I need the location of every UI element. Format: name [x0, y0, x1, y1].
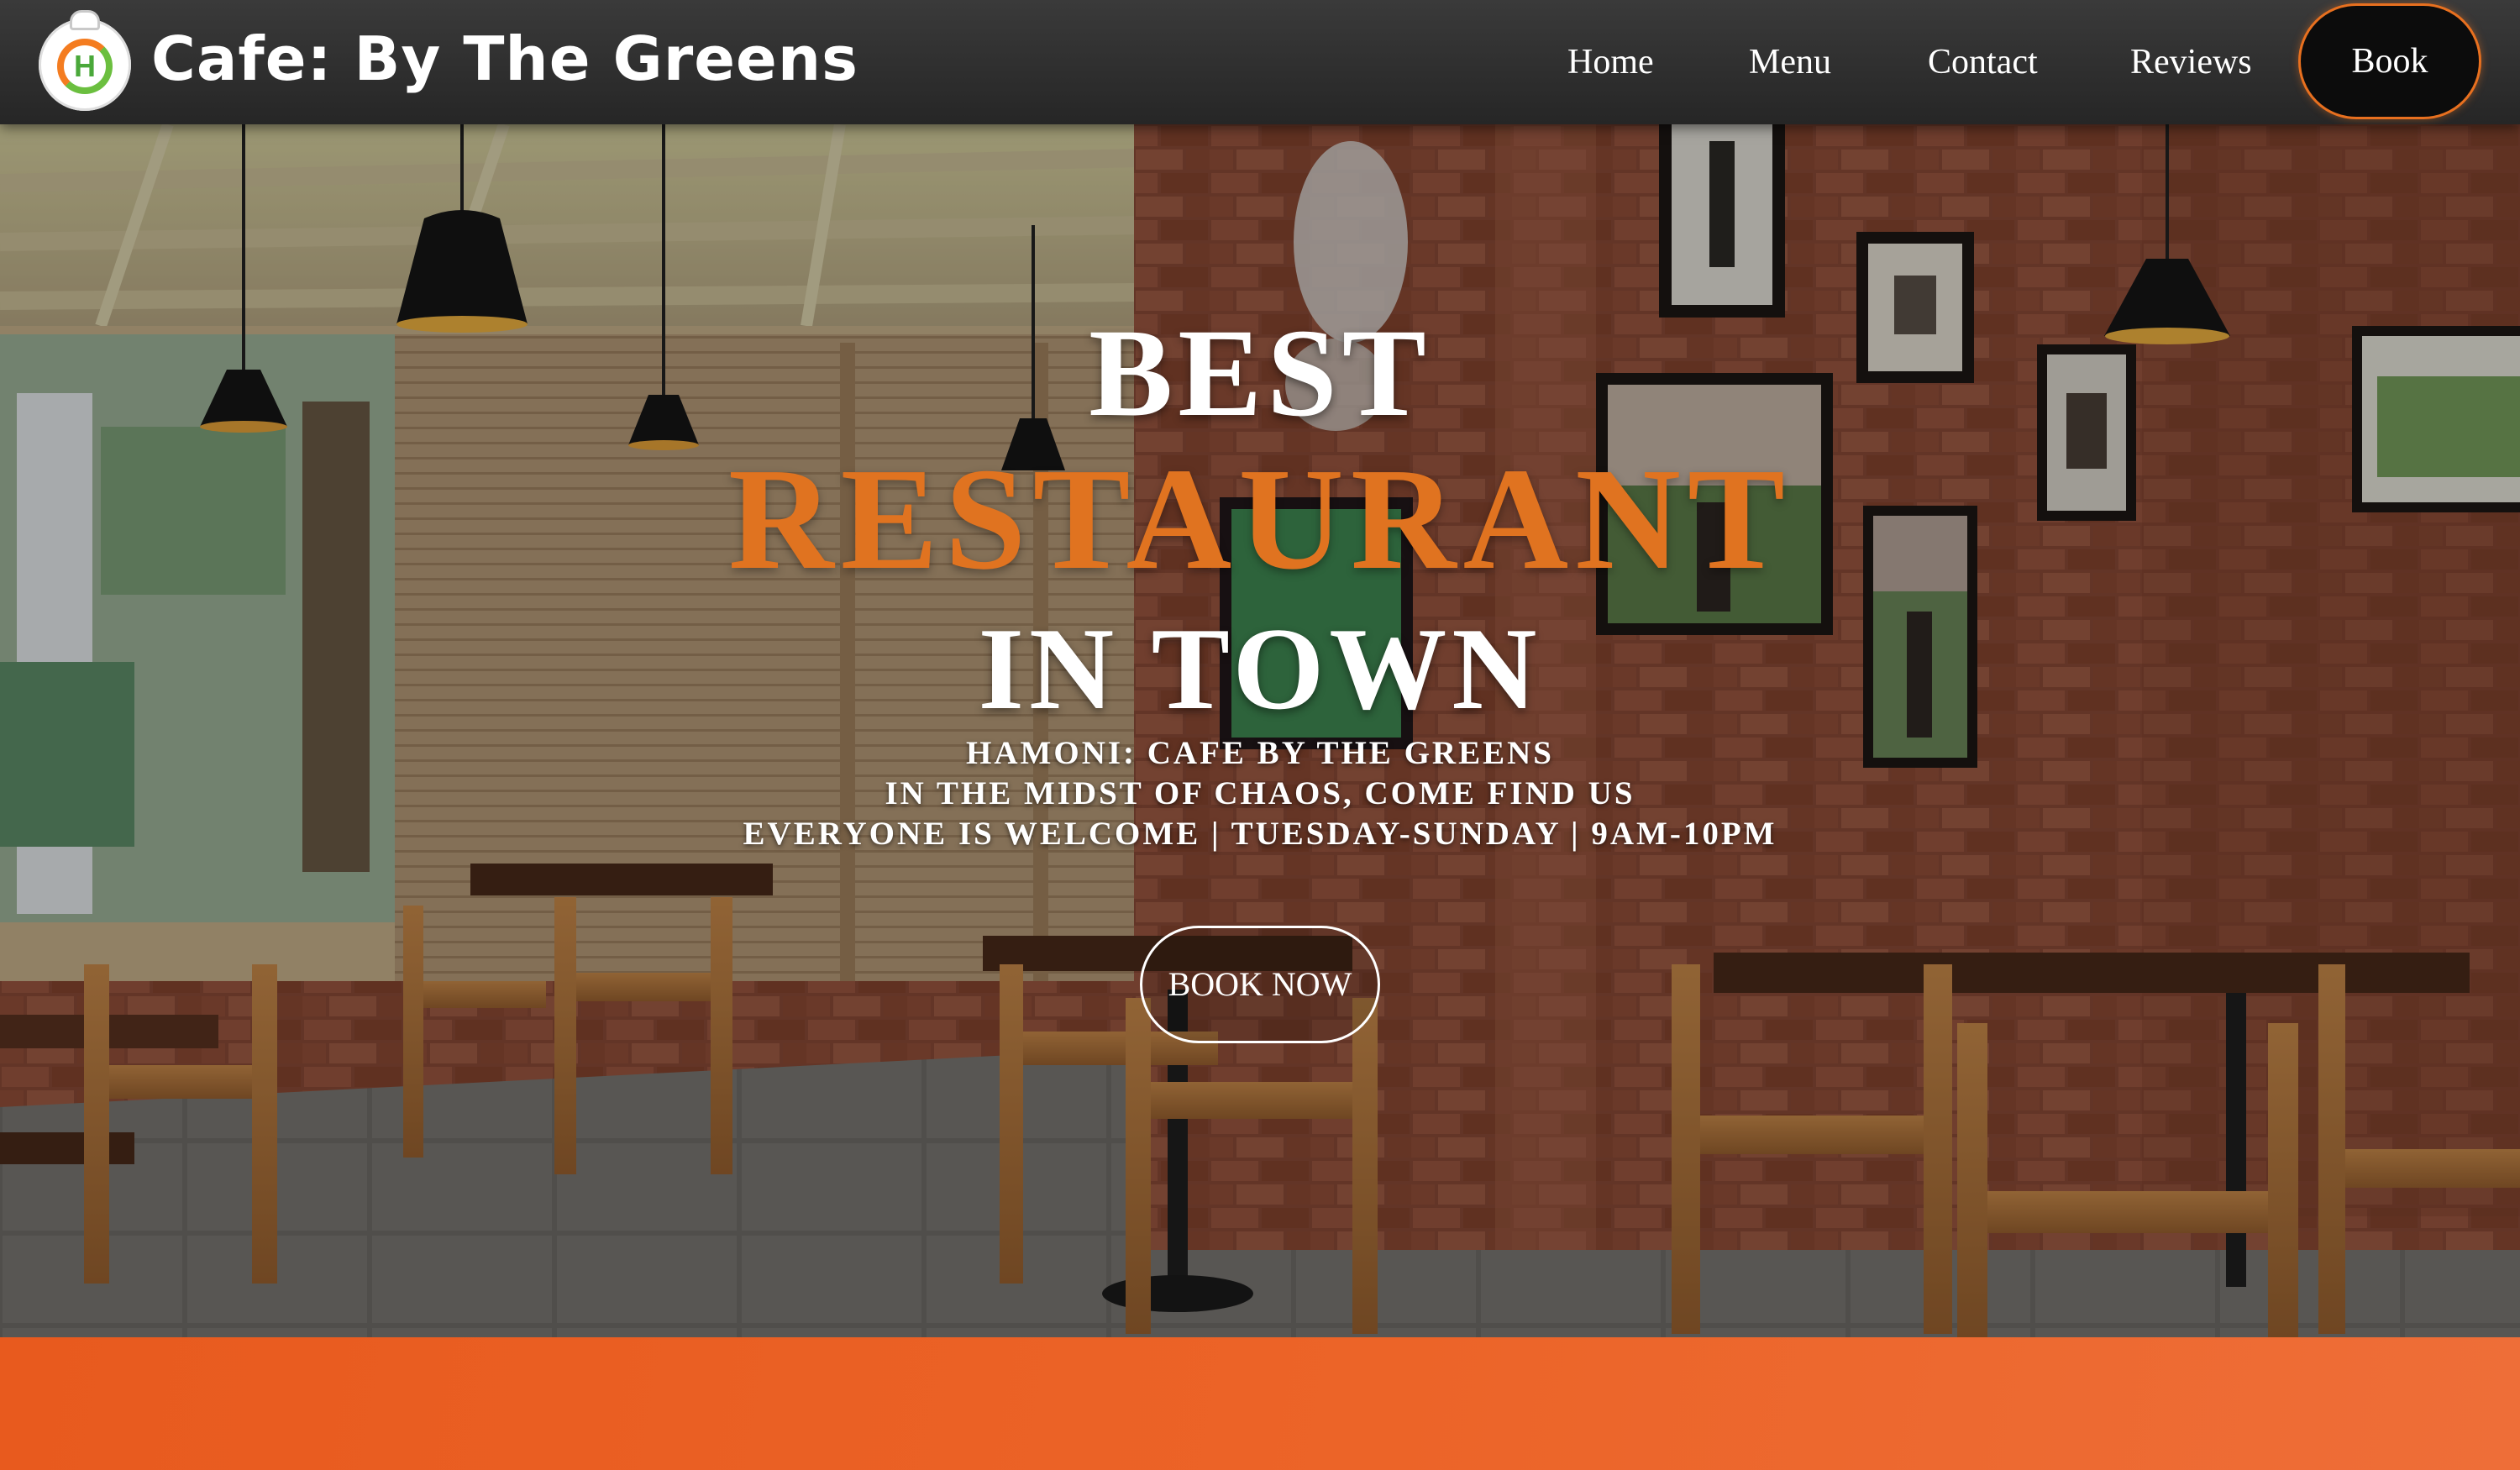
site-title[interactable]: Cafe: By The Greens	[151, 24, 858, 94]
top-navbar: H Cafe: By The Greens Home Menu Contact …	[0, 0, 2520, 124]
hero-title-in-town: IN TOWN	[978, 604, 1542, 734]
orange-section-band	[0, 1337, 2520, 1470]
nav-home-link[interactable]: Home	[1567, 39, 1654, 86]
hero-title-best: BEST	[1089, 303, 1431, 443]
cafe-logo[interactable]: H	[39, 10, 131, 114]
hero-section: BEST RESTAURANT IN TOWN HAMONI: CAFE BY …	[0, 124, 2520, 1337]
hero-title-restaurant: RESTAURANT	[728, 438, 1792, 600]
book-now-button[interactable]: BOOK NOW	[1140, 926, 1380, 1043]
hero-subtitle-name: HAMONI: CAFE BY THE GREENS	[966, 735, 1554, 771]
logo-letter: H	[74, 49, 96, 83]
nav-menu-link[interactable]: Menu	[1749, 39, 1831, 86]
chef-hat-icon	[70, 10, 100, 30]
nav-reviews-link[interactable]: Reviews	[2130, 39, 2252, 86]
nav-book-button[interactable]: Book	[2298, 3, 2481, 119]
hero-subtitle-hours: EVERYONE IS WELCOME | TUESDAY-SUNDAY | 9…	[743, 816, 1777, 852]
hero-subtitle-tagline: IN THE MIDST OF CHAOS, COME FIND US	[885, 775, 1635, 811]
nav-contact-link[interactable]: Contact	[1928, 39, 2038, 86]
